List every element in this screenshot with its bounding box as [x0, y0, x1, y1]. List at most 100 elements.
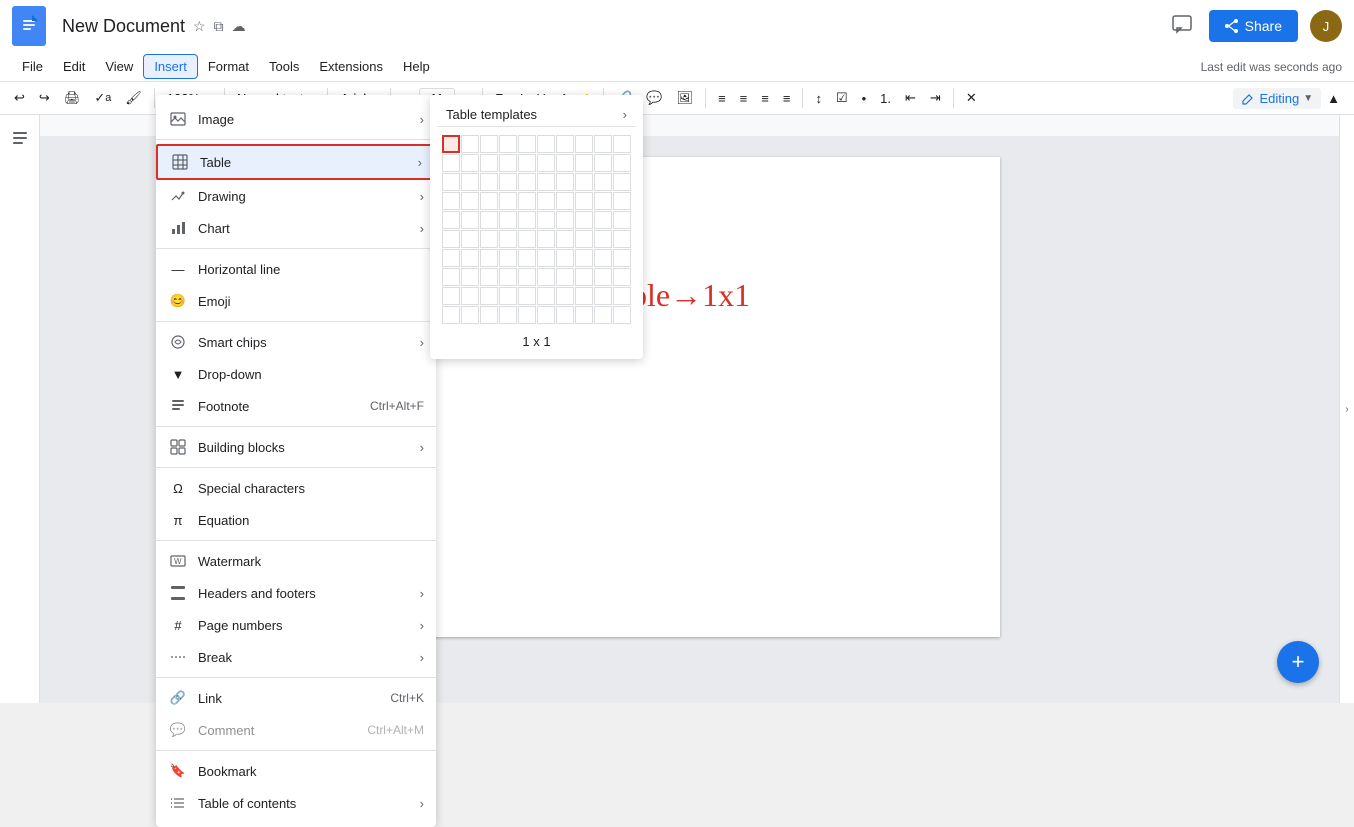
grid-cell[interactable] — [575, 154, 593, 172]
grid-cell[interactable] — [575, 268, 593, 286]
line-spacing-button[interactable]: ↕ — [809, 87, 828, 110]
grid-cell[interactable] — [480, 249, 498, 267]
grid-cell[interactable] — [499, 287, 517, 305]
insert-equation-item[interactable]: π Equation — [156, 504, 436, 536]
grid-cell[interactable] — [556, 211, 574, 229]
grid-cell[interactable] — [613, 287, 631, 305]
spellcheck-button[interactable]: ✓a — [88, 86, 117, 110]
grid-cell[interactable] — [480, 306, 498, 324]
grid-cell[interactable] — [442, 211, 460, 229]
bullet-list-button[interactable]: • — [856, 87, 873, 110]
grid-cell[interactable] — [480, 135, 498, 153]
grid-cell[interactable] — [499, 306, 517, 324]
grid-cell[interactable] — [556, 154, 574, 172]
insert-emoji-item[interactable]: 😊 Emoji — [156, 285, 436, 317]
grid-cell[interactable] — [594, 230, 612, 248]
grid-cell[interactable] — [461, 211, 479, 229]
menu-insert[interactable]: Insert — [143, 54, 198, 79]
grid-cell[interactable] — [480, 287, 498, 305]
grid-cell[interactable] — [480, 154, 498, 172]
grid-cell[interactable] — [556, 249, 574, 267]
number-list-button[interactable]: 1. — [874, 87, 897, 110]
star-icon[interactable]: ☆ — [193, 18, 206, 35]
grid-cell[interactable] — [518, 192, 536, 210]
grid-cell[interactable] — [613, 154, 631, 172]
grid-cell[interactable] — [499, 154, 517, 172]
insert-page-numbers-item[interactable]: # Page numbers › — [156, 609, 436, 641]
grid-cell[interactable] — [461, 249, 479, 267]
grid-cell[interactable] — [575, 135, 593, 153]
grid-cell[interactable] — [613, 230, 631, 248]
menu-tools[interactable]: Tools — [259, 55, 309, 78]
grid-cell[interactable] — [480, 173, 498, 191]
grid-cell[interactable] — [575, 211, 593, 229]
grid-cell[interactable] — [518, 306, 536, 324]
grid-cell[interactable] — [442, 173, 460, 191]
undo-button[interactable]: ↩ — [8, 86, 31, 110]
insert-dropdown-item[interactable]: ▼ Drop-down — [156, 358, 436, 390]
grid-cell[interactable] — [499, 211, 517, 229]
grid-cell[interactable] — [594, 135, 612, 153]
grid-cell[interactable] — [537, 306, 555, 324]
grid-cell[interactable] — [613, 249, 631, 267]
grid-cell[interactable] — [613, 135, 631, 153]
menu-extensions[interactable]: Extensions — [309, 55, 393, 78]
grid-cell[interactable] — [480, 192, 498, 210]
align-right-button[interactable]: ≡ — [755, 87, 775, 110]
grid-cell[interactable] — [594, 211, 612, 229]
menu-file[interactable]: File — [12, 55, 53, 78]
grid-cell[interactable] — [537, 135, 555, 153]
grid-cell[interactable] — [556, 287, 574, 305]
grid-cell[interactable] — [499, 268, 517, 286]
grid-cell[interactable] — [594, 306, 612, 324]
align-justify-button[interactable]: ≡ — [777, 87, 797, 110]
grid-cell[interactable] — [499, 173, 517, 191]
comment-button[interactable]: 💬 — [640, 86, 668, 110]
share-button[interactable]: Share — [1209, 10, 1298, 42]
grid-cell[interactable] — [613, 173, 631, 191]
grid-cell[interactable] — [442, 268, 460, 286]
grid-cell[interactable] — [518, 173, 536, 191]
editing-dropdown[interactable]: Editing ▼ — [1233, 88, 1321, 109]
grid-cell[interactable] — [613, 306, 631, 324]
insert-comment-item[interactable]: 💬 Comment Ctrl+Alt+M — [156, 714, 436, 746]
grid-cell[interactable] — [518, 268, 536, 286]
outline-toggle[interactable] — [7, 125, 33, 154]
grid-cell[interactable] — [594, 268, 612, 286]
grid-cell[interactable] — [480, 268, 498, 286]
indent-decrease-button[interactable]: ⇤ — [899, 86, 922, 110]
grid-cell[interactable] — [594, 154, 612, 172]
grid-cell[interactable] — [613, 268, 631, 286]
avatar[interactable]: J — [1310, 10, 1342, 42]
grid-cell[interactable] — [518, 249, 536, 267]
grid-cell[interactable] — [613, 211, 631, 229]
image-toolbar-button[interactable]: 🖼 — [671, 86, 700, 110]
grid-cell[interactable] — [499, 192, 517, 210]
grid-cell[interactable] — [442, 230, 460, 248]
grid-cell[interactable] — [461, 173, 479, 191]
paint-format-button[interactable]: 🖌 — [119, 86, 148, 110]
grid-cell[interactable] — [461, 230, 479, 248]
grid-cell[interactable] — [537, 173, 555, 191]
grid-cell[interactable] — [556, 306, 574, 324]
insert-watermark-item[interactable]: W Watermark — [156, 545, 436, 577]
grid-cell[interactable] — [442, 306, 460, 324]
grid-cell[interactable] — [518, 154, 536, 172]
grid-cell[interactable] — [442, 154, 460, 172]
grid-cell[interactable] — [442, 192, 460, 210]
insert-footnote-item[interactable]: Footnote Ctrl+Alt+F — [156, 390, 436, 422]
grid-cell[interactable] — [575, 192, 593, 210]
checklist-button[interactable]: ☑ — [830, 86, 854, 110]
print-button[interactable]: 🖨 — [58, 86, 87, 110]
grid-cell[interactable] — [442, 287, 460, 305]
grid-cell[interactable] — [575, 287, 593, 305]
insert-button[interactable]: + — [1277, 641, 1319, 683]
insert-building-blocks-item[interactable]: Building blocks › — [156, 431, 436, 463]
grid-cell[interactable] — [461, 135, 479, 153]
grid-cell[interactable] — [613, 192, 631, 210]
move-icon[interactable]: ⧉ — [214, 18, 224, 35]
grid-cell[interactable] — [556, 230, 574, 248]
menu-help[interactable]: Help — [393, 55, 440, 78]
grid-cell[interactable] — [537, 287, 555, 305]
grid-cell[interactable] — [537, 154, 555, 172]
